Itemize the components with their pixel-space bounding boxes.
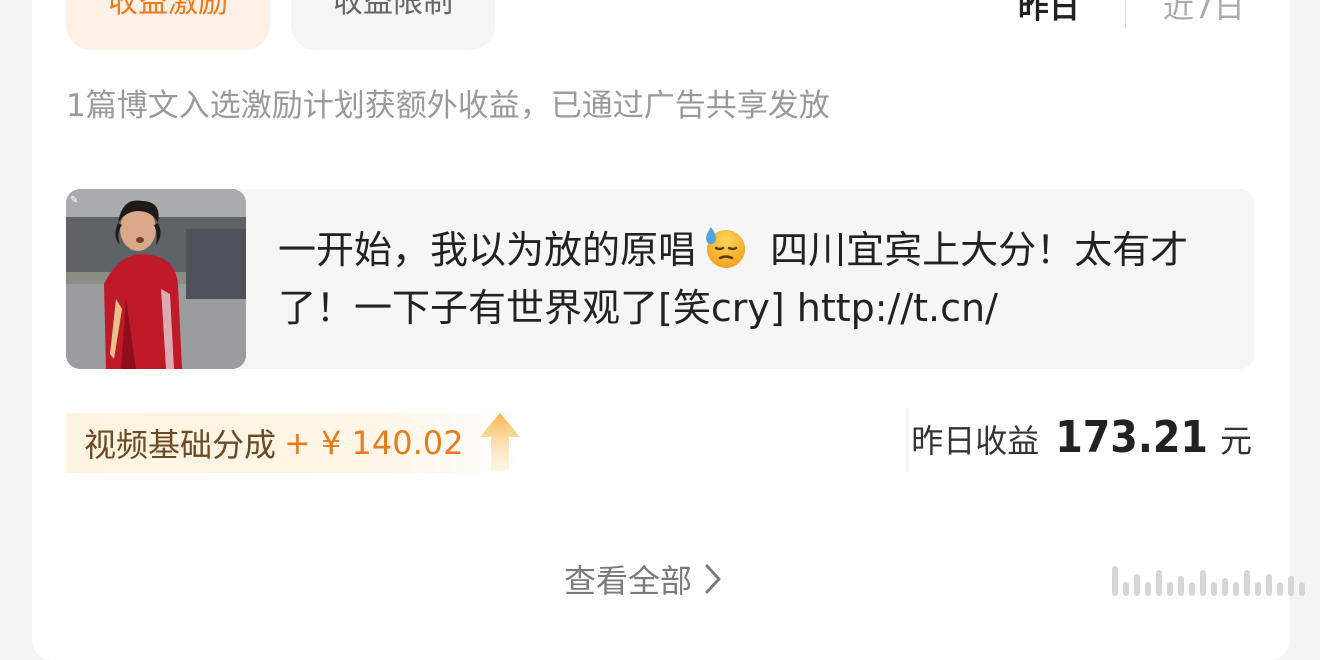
tab-earnings-limit[interactable]: 收益限制 — [291, 0, 495, 50]
incentive-summary: 1篇博文入选激励计划获额外收益，已通过广告共享发放 — [66, 88, 830, 124]
chevron-right-icon — [705, 564, 721, 594]
video-share-amount: + ¥ 140.02 — [284, 424, 464, 462]
post-card[interactable]: ✎ 一开始，我以为放的原唱 四川宜宾上大分！太有才了！一下子有世界观了[笑cry… — [66, 189, 1254, 369]
post-text-part1: 一开始，我以为放的原唱 — [278, 228, 697, 272]
tab-earnings-limit-label: 收益限制 — [333, 0, 453, 20]
range-yesterday[interactable]: 昨日 — [1018, 0, 1080, 28]
downcast-sweat-emoji-icon — [706, 227, 746, 268]
yesterday-earnings: 昨日收益 173.21 元 — [911, 412, 1252, 463]
yesterday-earnings-value: 173.21 — [1055, 412, 1208, 463]
tab-earnings-incentive-label: 收益激励 — [108, 0, 228, 20]
video-share-badge: 视频基础分成 + ¥ 140.02 — [66, 413, 521, 473]
up-arrow-icon — [480, 413, 520, 471]
video-share-label: 视频基础分成 — [84, 426, 277, 464]
scroll-indicator — [1112, 566, 1308, 596]
range-divider — [1125, 0, 1126, 28]
view-all-label: 查看全部 — [564, 562, 693, 600]
view-all-link[interactable]: 查看全部 — [564, 556, 724, 602]
range-last-7-days[interactable]: 近7日 — [1163, 0, 1245, 28]
yesterday-earnings-label: 昨日收益 — [911, 422, 1040, 460]
yesterday-earnings-unit: 元 — [1219, 422, 1252, 460]
post-thumbnail: ✎ — [66, 189, 246, 369]
post-text: 一开始，我以为放的原唱 四川宜宾上大分！太有才了！一下子有世界观了[笑cry] … — [278, 221, 1228, 337]
tab-earnings-incentive[interactable]: 收益激励 — [66, 0, 270, 50]
svg-text:✎: ✎ — [70, 195, 78, 206]
